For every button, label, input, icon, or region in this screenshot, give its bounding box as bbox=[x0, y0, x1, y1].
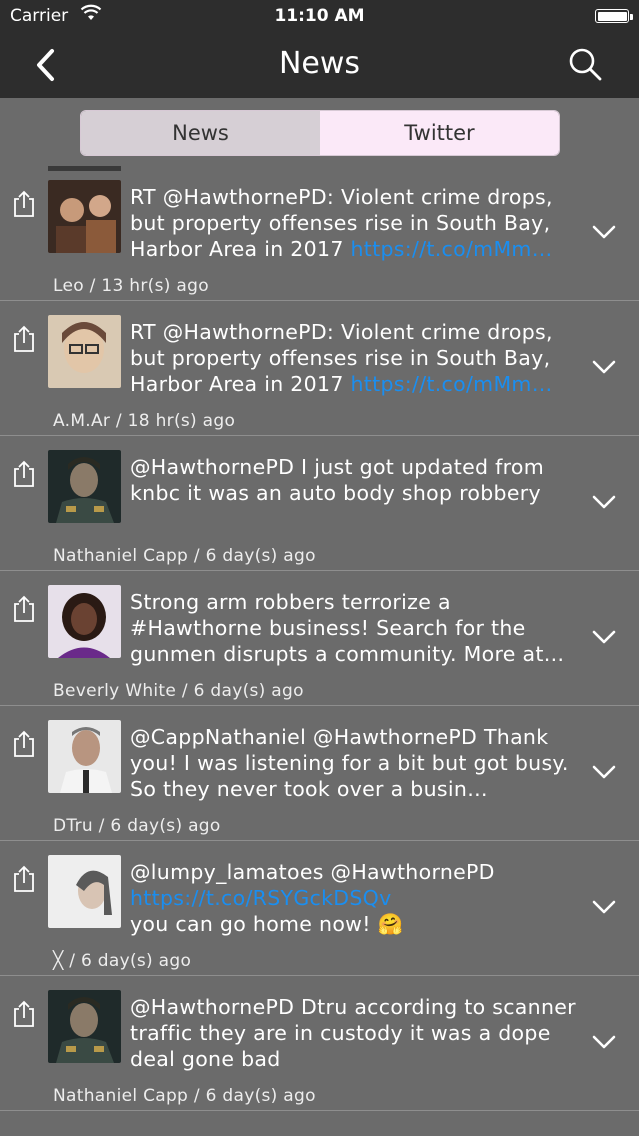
tab-twitter[interactable]: Twitter bbox=[320, 111, 559, 155]
segmented-control: News Twitter bbox=[80, 110, 560, 156]
share-icon bbox=[14, 460, 34, 487]
tweet-body: Strong arm robbers terrorize a #Hawthorn… bbox=[130, 590, 565, 666]
tweet-link[interactable]: https://t.co/mMm… bbox=[351, 237, 553, 261]
tweet-text: @lumpy_lamatoes @HawthornePD https://t.c… bbox=[130, 859, 580, 937]
list-item[interactable]: @HawthornePD Dtru according to scanner t… bbox=[0, 976, 639, 1111]
chevron-down-icon bbox=[592, 225, 616, 239]
tweet-text: @HawthornePD I just got updated from knb… bbox=[130, 454, 580, 506]
tweet-meta: DTru / 6 day(s) ago bbox=[53, 816, 221, 836]
tweet-meta: Leo / 13 hr(s) ago bbox=[53, 276, 209, 296]
tweet-link[interactable]: https://t.co/RSYGckDSQv bbox=[130, 886, 392, 910]
battery-tip bbox=[630, 14, 633, 20]
avatar bbox=[48, 855, 121, 928]
page-title: News bbox=[278, 46, 361, 81]
expand-button[interactable] bbox=[591, 1034, 617, 1054]
chevron-down-icon bbox=[592, 495, 616, 509]
tweet-text: @CappNathaniel @HawthornePD Thank you! I… bbox=[130, 724, 580, 802]
avatar bbox=[48, 450, 121, 523]
avatar bbox=[48, 180, 121, 253]
avatar bbox=[48, 720, 121, 793]
search-button[interactable] bbox=[567, 46, 603, 86]
tweet-body-continued: you can go home now! 🤗 bbox=[130, 912, 404, 936]
tweet-text: RT @HawthornePD: Violent crime drops, bu… bbox=[130, 319, 580, 397]
share-button[interactable] bbox=[12, 730, 36, 762]
share-icon bbox=[14, 730, 34, 757]
share-icon bbox=[14, 595, 34, 622]
list-item[interactable]: @HawthornePD I just got updated from knb… bbox=[0, 436, 639, 571]
share-button[interactable] bbox=[12, 865, 36, 897]
chevron-down-icon bbox=[592, 900, 616, 914]
list-item[interactable]: RT @HawthornePD: Violent crime drops, bu… bbox=[0, 301, 639, 436]
tweet-body: @CappNathaniel @HawthornePD Thank you! I… bbox=[130, 725, 569, 801]
expand-button[interactable] bbox=[591, 764, 617, 784]
tweet-meta: ╳ / 6 day(s) ago bbox=[53, 951, 192, 971]
avatar bbox=[48, 990, 121, 1063]
tweet-text: @HawthornePD Dtru according to scanner t… bbox=[130, 994, 580, 1072]
tweet-body: @HawthornePD Dtru according to scanner t… bbox=[130, 995, 576, 1071]
tweet-meta: A.M.Ar / 18 hr(s) ago bbox=[53, 411, 236, 431]
chevron-down-icon bbox=[592, 1035, 616, 1049]
share-icon bbox=[14, 325, 34, 352]
share-icon bbox=[14, 1000, 34, 1027]
tweet-meta: Nathaniel Capp / 6 day(s) ago bbox=[53, 1086, 316, 1106]
status-time: 11:10 AM bbox=[274, 6, 365, 26]
avatar bbox=[48, 585, 121, 658]
chevron-down-icon bbox=[592, 765, 616, 779]
share-button[interactable] bbox=[12, 190, 36, 222]
tweet-text: RT @HawthornePD: Violent crime drops, bu… bbox=[130, 184, 580, 262]
chevron-down-icon bbox=[592, 360, 616, 374]
tweet-meta: Beverly White / 6 day(s) ago bbox=[53, 681, 304, 701]
battery-icon bbox=[595, 9, 629, 23]
avatar bbox=[48, 315, 121, 388]
next-avatar-peek bbox=[48, 166, 121, 171]
list-item[interactable]: @lumpy_lamatoes @HawthornePD https://t.c… bbox=[0, 841, 639, 976]
tweet-body: @HawthornePD I just got updated from knb… bbox=[130, 455, 545, 505]
share-button[interactable] bbox=[12, 325, 36, 357]
tweet-link[interactable]: https://t.co/mMm… bbox=[351, 372, 553, 396]
list-item[interactable]: Strong arm robbers terrorize a #Hawthorn… bbox=[0, 571, 639, 706]
chevron-down-icon bbox=[592, 630, 616, 644]
list-item[interactable]: @CappNathaniel @HawthornePD Thank you! I… bbox=[0, 706, 639, 841]
expand-button[interactable] bbox=[591, 494, 617, 514]
share-icon bbox=[14, 865, 34, 892]
tab-news[interactable]: News bbox=[81, 111, 320, 155]
share-button[interactable] bbox=[12, 595, 36, 627]
tweet-list[interactable]: RT @HawthornePD: Violent crime drops, bu… bbox=[0, 166, 639, 1111]
tweet-text: Strong arm robbers terrorize a #Hawthorn… bbox=[130, 589, 580, 667]
expand-button[interactable] bbox=[591, 359, 617, 379]
expand-button[interactable] bbox=[591, 224, 617, 244]
share-icon bbox=[14, 190, 34, 217]
tweet-body: @lumpy_lamatoes @HawthornePD bbox=[130, 860, 495, 884]
status-bar: Carrier 11:10 AM bbox=[0, 0, 639, 34]
tweet-meta: Nathaniel Capp / 6 day(s) ago bbox=[53, 546, 316, 566]
share-button[interactable] bbox=[12, 460, 36, 492]
navigation-bar: News bbox=[0, 34, 639, 98]
expand-button[interactable] bbox=[591, 899, 617, 919]
segment-bar: News Twitter bbox=[0, 98, 639, 166]
expand-button[interactable] bbox=[591, 629, 617, 649]
search-icon bbox=[569, 48, 602, 81]
share-button[interactable] bbox=[12, 1000, 36, 1032]
list-item[interactable]: RT @HawthornePD: Violent crime drops, bu… bbox=[0, 166, 639, 301]
